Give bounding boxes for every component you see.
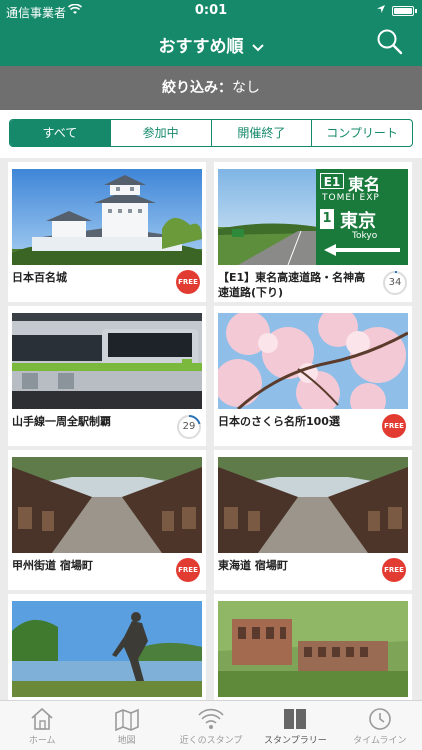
segment-all[interactable]: すべて bbox=[10, 120, 110, 146]
rally-card[interactable]: 日本のさくら名所100選 FREE bbox=[214, 306, 412, 446]
rally-card[interactable]: 甲州街道 宿場町 FREE bbox=[8, 450, 206, 590]
card-title: 甲州街道 宿場町 bbox=[12, 559, 93, 572]
progress-count: 34 bbox=[382, 270, 408, 296]
title-row: おすすめ順 bbox=[0, 28, 422, 60]
clock-icon bbox=[338, 707, 422, 731]
count-value: 29 bbox=[182, 421, 196, 432]
tab-map[interactable]: 地図 bbox=[84, 701, 168, 750]
tab-home[interactable]: ホーム bbox=[0, 701, 84, 750]
post-town-image bbox=[218, 457, 408, 553]
sort-title: おすすめ順 bbox=[158, 37, 244, 57]
rally-card[interactable]: E1 東名 TOMEI EXP 1 東京 Tokyo 【E1】東名高速道路・名神… bbox=[214, 162, 412, 302]
sign-route: E1 bbox=[320, 173, 344, 189]
sign-exit-name: 東京 bbox=[340, 211, 376, 232]
card-title: 山手線一周全駅制覇 bbox=[12, 415, 111, 428]
sign-roman: TOMEI EXP bbox=[322, 193, 380, 203]
wifi-signal-icon bbox=[169, 707, 253, 731]
rally-card[interactable] bbox=[214, 594, 412, 700]
card-title: 日本百名城 bbox=[12, 271, 67, 284]
card-title: 日本のさくら名所100選 bbox=[218, 415, 340, 428]
free-badge: FREE bbox=[176, 270, 200, 294]
sign-exit-roman: Tokyo bbox=[352, 231, 378, 241]
rally-card[interactable]: 東海道 宿場町 FREE bbox=[214, 450, 412, 590]
sign-exit-num: 1 bbox=[320, 209, 334, 229]
free-badge: FREE bbox=[382, 414, 406, 438]
highway-sign: E1 東名 TOMEI EXP 1 東京 Tokyo bbox=[318, 171, 406, 263]
segment-participating[interactable]: 参加中 bbox=[109, 120, 211, 146]
location-arrow-icon bbox=[376, 3, 386, 17]
segmented-control: すべて 参加中 開催終了 コンプリート bbox=[9, 119, 413, 147]
free-badge: FREE bbox=[176, 558, 200, 582]
sort-selector[interactable]: おすすめ順 bbox=[0, 32, 422, 57]
progress-count: 29 bbox=[176, 414, 202, 440]
tab-stamp-rally[interactable]: スタンプラリー bbox=[253, 701, 337, 750]
map-icon bbox=[84, 707, 168, 731]
statue-image bbox=[12, 601, 202, 697]
chevron-down-icon bbox=[251, 41, 264, 56]
stamp-rally-grid: 日本百名城 FREE E1 東名 TOMEI EXP 1 東京 Tokyo 【E… bbox=[0, 158, 422, 700]
segment-ended[interactable]: 開催終了 bbox=[210, 120, 312, 146]
segment-complete[interactable]: コンプリート bbox=[311, 120, 412, 146]
tab-nearby[interactable]: 近くのスタンプ bbox=[169, 701, 253, 750]
segment-bar: すべて 参加中 開催終了 コンプリート bbox=[0, 110, 422, 158]
ruins-image bbox=[218, 601, 408, 697]
tab-label: 近くのスタンプ bbox=[179, 736, 243, 746]
post-town-image bbox=[12, 457, 202, 553]
search-button[interactable] bbox=[376, 28, 406, 58]
book-icon bbox=[253, 707, 337, 731]
castle-image bbox=[12, 169, 202, 265]
rally-card[interactable]: 日本百名城 FREE bbox=[8, 162, 206, 302]
bottom-tab-bar: ホーム 地図 近くのスタンプ スタンプラリー タイムライン bbox=[0, 700, 422, 750]
rally-card[interactable] bbox=[8, 594, 206, 700]
battery-icon bbox=[392, 6, 417, 16]
filter-value: なし bbox=[232, 80, 260, 96]
sign-name: 東名 bbox=[348, 175, 381, 194]
search-icon bbox=[376, 29, 404, 60]
cherry-blossom-image bbox=[218, 313, 408, 409]
count-value: 34 bbox=[388, 277, 402, 288]
home-icon bbox=[0, 707, 84, 731]
tab-label: ホーム bbox=[28, 736, 56, 746]
arrow-icon bbox=[324, 244, 400, 256]
card-title: 東海道 宿場町 bbox=[218, 559, 288, 572]
status-bar: 通信事業者 0:01 bbox=[0, 0, 422, 22]
train-image bbox=[12, 313, 202, 409]
tab-label: 地図 bbox=[117, 736, 136, 746]
free-badge: FREE bbox=[382, 558, 406, 582]
filter-label: 絞り込み： bbox=[162, 80, 232, 96]
app-header: 通信事業者 0:01 おすすめ順 bbox=[0, 0, 422, 66]
tab-timeline[interactable]: タイムライン bbox=[338, 701, 422, 750]
tab-label: スタンプラリー bbox=[264, 736, 327, 746]
expressway-image: E1 東名 TOMEI EXP 1 東京 Tokyo bbox=[218, 169, 408, 265]
filter-bar[interactable]: 絞り込み：なし bbox=[0, 66, 422, 110]
rally-card[interactable]: 山手線一周全駅制覇 29 bbox=[8, 306, 206, 446]
tab-label: タイムライン bbox=[353, 736, 407, 746]
card-title: 【E1】東名高速道路・名神高速道路(下り) bbox=[218, 271, 366, 299]
clock-time: 0:01 bbox=[194, 3, 228, 18]
